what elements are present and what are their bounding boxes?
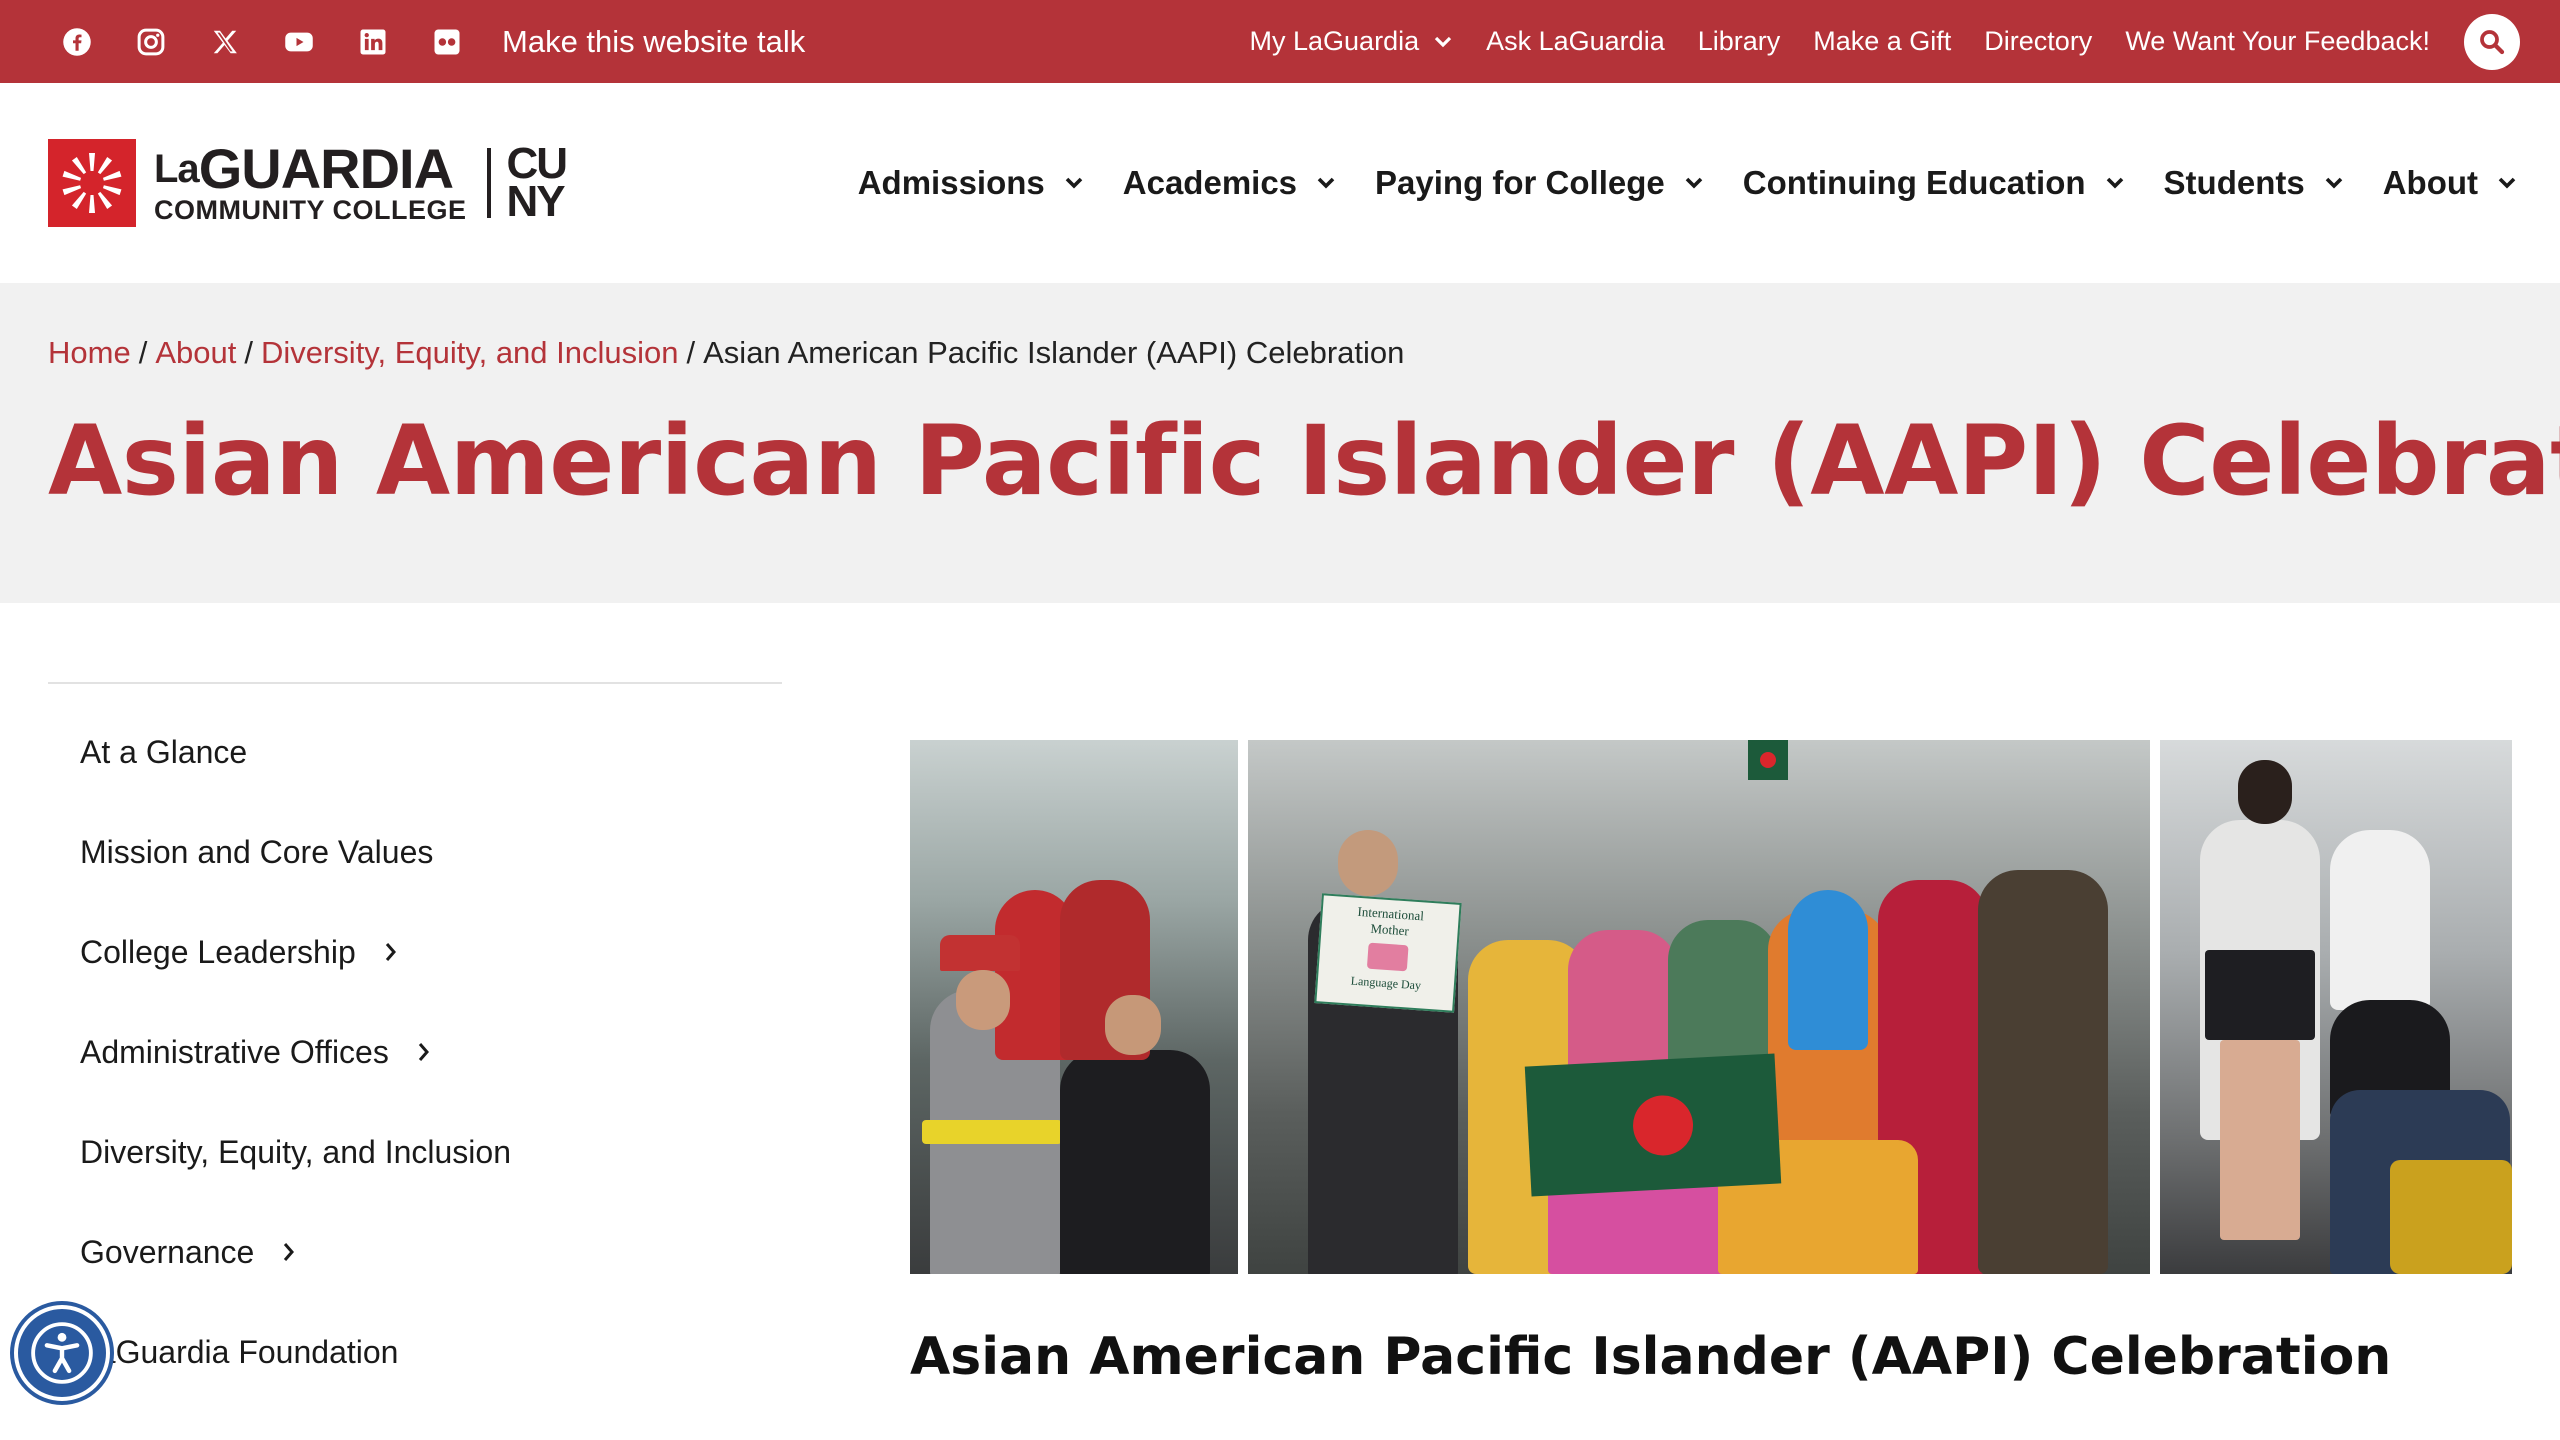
cuny-line-2: NY <box>506 177 566 226</box>
breadcrumb-separator: / <box>138 335 148 370</box>
utility-link-feedback[interactable]: We Want Your Feedback! <box>2125 26 2430 57</box>
utility-link-make-a-gift[interactable]: Make a Gift <box>1813 26 1951 57</box>
sidebar-item-label: LaGuardia Foundation <box>80 1333 399 1370</box>
utility-link-ask-laguardia[interactable]: Ask LaGuardia <box>1486 26 1665 57</box>
nav-about[interactable]: About <box>2383 164 2518 202</box>
logo-divider <box>486 148 491 218</box>
utility-bar: Make this website talk My LaGuardia Ask … <box>0 0 2560 83</box>
breadcrumb-separator: / <box>686 335 696 370</box>
chevron-down-icon <box>1433 35 1453 49</box>
utility-links: My LaGuardia Ask LaGuardia Library Make … <box>1250 0 2520 83</box>
sidebar-item-dei[interactable]: Diversity, Equity, and Inclusion <box>48 1102 782 1202</box>
aapi-photo-collage: International Mother Language Day <box>910 740 2512 1274</box>
facebook-icon[interactable] <box>62 27 92 57</box>
social-links <box>62 0 462 83</box>
chevron-right-icon[interactable] <box>417 1041 431 1063</box>
nav-continuing-education[interactable]: Continuing Education <box>1743 164 2126 202</box>
page-title: Asian American Pacific Islander (AAPI) C… <box>48 405 2560 517</box>
linkedin-icon[interactable] <box>358 27 388 57</box>
breadcrumb-home[interactable]: Home <box>48 335 131 370</box>
sidebar-item-label: Mission and Core Values <box>80 833 434 870</box>
nav-label: Continuing Education <box>1742 164 2086 201</box>
sidebar-nav: At a Glance Mission and Core Values Coll… <box>48 682 782 1402</box>
breadcrumb: Home / About / Diversity, Equity, and Inclus… <box>48 335 1404 371</box>
sidebar-item-label: Diversity, Equity, and Inclusion <box>80 1133 511 1170</box>
main-nav: Admissions Academics Paying for College … <box>820 83 2518 283</box>
chevron-down-icon <box>2104 175 2126 191</box>
logo-name-main: GUARDIA <box>198 137 454 200</box>
x-icon[interactable] <box>210 27 240 57</box>
accessibility-icon <box>29 1320 95 1386</box>
logo-name-small: La <box>154 147 200 191</box>
utility-link-my-laguardia[interactable]: My LaGuardia <box>1250 26 1454 57</box>
nav-label: About <box>2382 164 2478 201</box>
sidebar-item-foundation[interactable]: LaGuardia Foundation <box>48 1302 782 1402</box>
youtube-icon[interactable] <box>284 27 314 57</box>
page-title-band: Home / About / Diversity, Equity, and Inclus… <box>0 283 2560 603</box>
sign-text-line3: Language Day <box>1350 973 1422 993</box>
nav-admissions[interactable]: Admissions <box>858 164 1085 202</box>
breadcrumb-separator: / <box>244 335 253 370</box>
sidebar-item-mission[interactable]: Mission and Core Values <box>48 802 782 902</box>
sidebar-item-college-leadership[interactable]: College Leadership <box>48 902 782 1002</box>
utility-link-directory[interactable]: Directory <box>1984 26 2092 57</box>
sidebar-item-governance[interactable]: Governance <box>48 1202 782 1302</box>
content-heading: Asian American Pacific Islander (AAPI) C… <box>910 1327 2392 1387</box>
logo-subtitle: COMMUNITY COLLEGE <box>154 195 467 225</box>
instagram-icon[interactable] <box>136 27 166 57</box>
cuny-logo: CU NY <box>506 142 569 226</box>
photo-panel-right <box>2160 740 2512 1274</box>
chevron-down-icon <box>2496 175 2518 191</box>
logo-sunburst-icon <box>48 139 136 227</box>
flickr-icon[interactable] <box>432 27 462 57</box>
sidebar-item-administrative-offices[interactable]: Administrative Offices <box>48 1002 782 1102</box>
nav-paying-for-college[interactable]: Paying for College <box>1375 164 1705 202</box>
nav-label: Admissions <box>857 164 1045 201</box>
accessibility-button[interactable] <box>14 1305 110 1401</box>
bangladesh-flag <box>1524 1053 1782 1197</box>
breadcrumb-dei[interactable]: Diversity, Equity, and Inclusion <box>261 335 679 370</box>
nav-academics[interactable]: Academics <box>1123 164 1337 202</box>
nav-label: Students <box>2163 164 2305 201</box>
search-button[interactable] <box>2464 13 2520 70</box>
chevron-down-icon <box>1063 175 1085 191</box>
chevron-down-icon <box>1315 175 1337 191</box>
make-website-talk-link[interactable]: Make this website talk <box>502 0 805 83</box>
nav-students[interactable]: Students <box>2164 164 2345 202</box>
breadcrumb-about[interactable]: About <box>155 335 236 370</box>
chevron-right-icon[interactable] <box>384 941 398 963</box>
nav-label: Paying for College <box>1375 164 1665 201</box>
site-logo[interactable]: LaGUARDIA COMMUNITY COLLEGE CU NY <box>48 137 569 229</box>
chevron-right-icon[interactable] <box>282 1241 296 1263</box>
photo-panel-center: International Mother Language Day <box>1248 740 2150 1274</box>
site-header: LaGUARDIA COMMUNITY COLLEGE CU NY Admiss… <box>0 83 2560 283</box>
utility-link-label: My LaGuardia <box>1249 26 1420 56</box>
sidebar-item-label: At a Glance <box>80 733 248 770</box>
chevron-down-icon <box>2323 175 2345 191</box>
logo-wordmark: LaGUARDIA COMMUNITY COLLEGE <box>154 141 467 225</box>
sidebar-item-label: College Leadership <box>80 933 356 970</box>
language-day-sign: International Mother Language Day <box>1314 893 1462 1013</box>
logo-name: LaGUARDIA <box>154 141 467 197</box>
sidebar-item-label: Administrative Offices <box>80 1033 389 1070</box>
sidebar-item-at-a-glance[interactable]: At a Glance <box>48 702 782 802</box>
breadcrumb-current: Asian American Pacific Islander (AAPI) C… <box>703 335 1405 370</box>
chevron-down-icon <box>1683 175 1705 191</box>
photo-panel-left <box>910 740 1238 1274</box>
search-icon <box>2477 27 2507 57</box>
sidebar-item-label: Governance <box>80 1233 255 1270</box>
utility-link-library[interactable]: Library <box>1698 26 1781 57</box>
nav-label: Academics <box>1122 164 1298 201</box>
